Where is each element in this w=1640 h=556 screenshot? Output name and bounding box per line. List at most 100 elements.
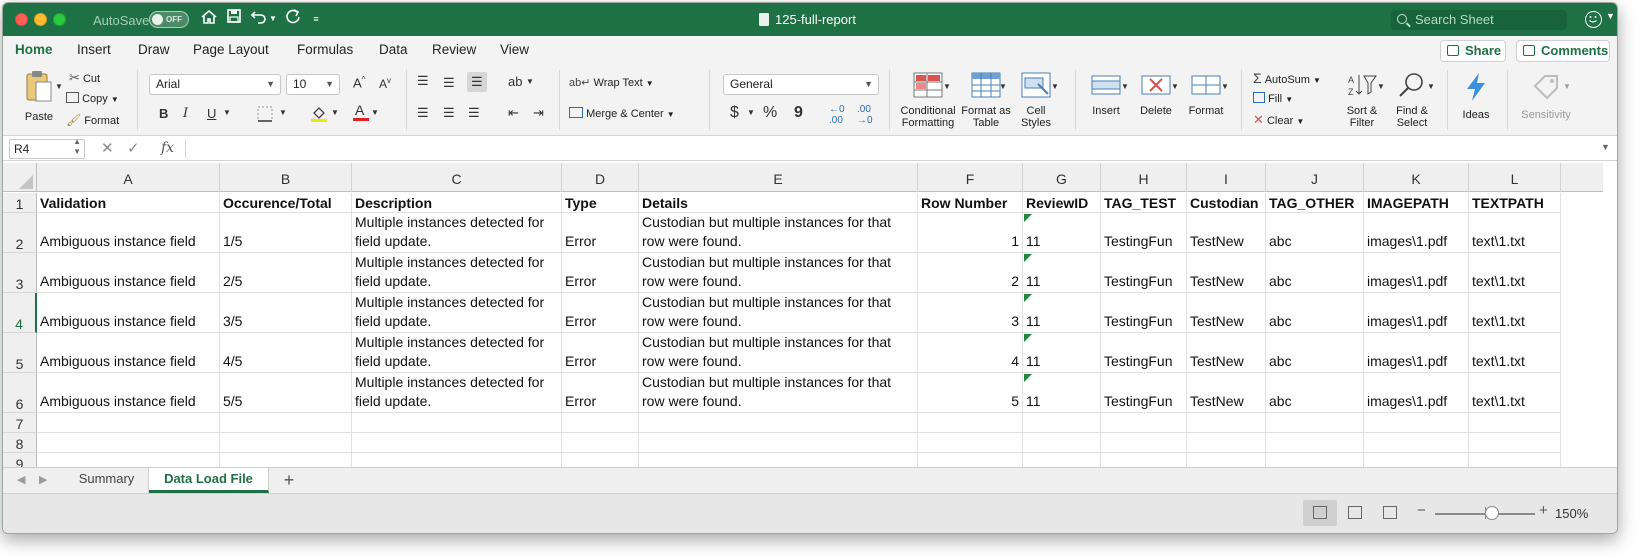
table-cell[interactable]: text\1.txt xyxy=(1469,253,1561,293)
table-cell[interactable]: 11 xyxy=(1023,373,1101,413)
align-bottom-icon[interactable]: ☰ xyxy=(467,72,487,92)
table-cell[interactable]: 11 xyxy=(1023,333,1101,373)
table-cell[interactable] xyxy=(562,433,639,453)
sheet-tab-summary[interactable]: Summary xyxy=(65,468,149,493)
table-cell[interactable]: TestNew xyxy=(1187,333,1266,373)
table-cell[interactable]: Custodian but multiple instances for tha… xyxy=(639,213,918,253)
sensitivity-button[interactable]: Sensitivity xyxy=(1513,72,1579,121)
decrease-indent-icon[interactable]: ⇤ xyxy=(508,105,519,121)
format-painter-button[interactable]: 🖌 Format xyxy=(66,113,119,128)
header-cell[interactable]: IMAGEPATH xyxy=(1364,193,1469,213)
table-cell[interactable]: TestNew xyxy=(1187,373,1266,413)
fill-color-dropdown-icon[interactable]: ▼ xyxy=(331,108,339,117)
header-cell[interactable]: TAG_TEST xyxy=(1101,193,1187,213)
column-header-b[interactable]: B xyxy=(220,163,352,192)
table-cell[interactable] xyxy=(220,413,352,433)
table-cell[interactable] xyxy=(1266,413,1364,433)
merge-center-button[interactable]: Merge & Center ▼ xyxy=(569,107,675,122)
paste-dropdown-icon[interactable]: ▼ xyxy=(55,82,63,91)
increase-indent-icon[interactable]: ⇥ xyxy=(533,105,544,121)
font-name-select[interactable]: Arial ▼ xyxy=(149,74,281,95)
table-cell[interactable]: images\1.pdf xyxy=(1364,333,1469,373)
column-header-f[interactable]: F xyxy=(918,163,1023,192)
copy-dropdown-icon[interactable]: ▼ xyxy=(111,95,119,104)
header-cell[interactable]: TAG_OTHER xyxy=(1266,193,1364,213)
table-cell[interactable]: 5/5 xyxy=(220,373,352,413)
table-cell[interactable] xyxy=(1023,433,1101,453)
table-cell[interactable]: Ambiguous instance field xyxy=(37,213,220,253)
table-cell[interactable]: TestingFun xyxy=(1101,253,1187,293)
column-header-l[interactable]: L xyxy=(1469,163,1561,192)
table-cell[interactable]: abc xyxy=(1266,293,1364,333)
page-layout-view-button[interactable] xyxy=(1338,500,1372,526)
percent-format-button[interactable]: % xyxy=(763,104,777,122)
borders-dropdown-icon[interactable]: ▼ xyxy=(279,108,287,117)
tab-insert[interactable]: Insert xyxy=(77,42,111,57)
table-cell[interactable]: images\1.pdf xyxy=(1364,213,1469,253)
table-cell[interactable]: Error xyxy=(562,293,639,333)
format-cells-button[interactable]: Format xyxy=(1183,72,1229,117)
table-cell[interactable]: Multiple instances detected for field up… xyxy=(352,253,562,293)
home-icon[interactable] xyxy=(198,8,220,30)
header-cell[interactable]: Validation xyxy=(37,193,220,213)
table-cell[interactable]: 11 xyxy=(1023,293,1101,333)
comma-style-button[interactable]: 9 xyxy=(794,104,803,122)
font-color-icon[interactable]: A xyxy=(353,102,369,125)
table-cell[interactable]: 5 xyxy=(918,373,1023,413)
table-cell[interactable]: Error xyxy=(562,333,639,373)
zoom-slider-handle[interactable] xyxy=(1485,506,1499,520)
fill-button[interactable]: Fill ▼ xyxy=(1253,92,1293,107)
table-cell[interactable]: Multiple instances detected for field up… xyxy=(352,293,562,333)
align-center-icon[interactable]: ☰ xyxy=(443,105,455,121)
table-cell[interactable]: Ambiguous instance field xyxy=(37,293,220,333)
table-cell[interactable]: text\1.txt xyxy=(1469,373,1561,413)
orientation-dropdown-icon[interactable]: ▼ xyxy=(526,77,534,86)
italic-button[interactable]: I xyxy=(183,106,188,121)
find-select-dropdown-icon[interactable]: ▼ xyxy=(1427,82,1435,91)
header-cell[interactable]: Details xyxy=(639,193,918,213)
header-cell[interactable]: Type xyxy=(562,193,639,213)
tab-formulas[interactable]: Formulas xyxy=(297,42,353,57)
font-size-select[interactable]: 10 ▼ xyxy=(286,74,340,95)
table-cell[interactable]: 4 xyxy=(918,333,1023,373)
confirm-edit-icon[interactable]: ✓ xyxy=(127,139,140,157)
add-sheet-button[interactable]: + xyxy=(275,469,303,492)
table-cell[interactable]: text\1.txt xyxy=(1469,333,1561,373)
table-cell[interactable] xyxy=(1469,433,1561,453)
delete-cells-button[interactable]: Delete xyxy=(1133,72,1179,117)
sort-filter-dropdown-icon[interactable]: ▼ xyxy=(1377,82,1385,91)
autosum-button[interactable]: Σ AutoSum ▼ xyxy=(1253,71,1321,88)
table-cell[interactable]: abc xyxy=(1266,213,1364,253)
wrap-text-button[interactable]: ab↵ Wrap Text ▼ xyxy=(569,76,654,91)
insert-function-button[interactable]: fx xyxy=(161,140,174,156)
column-header-h[interactable]: H xyxy=(1101,163,1187,192)
column-header-a[interactable]: A xyxy=(37,163,220,192)
close-window-button[interactable] xyxy=(15,13,28,26)
table-cell[interactable]: Custodian but multiple instances for tha… xyxy=(639,373,918,413)
table-cell[interactable]: abc xyxy=(1266,373,1364,413)
conditional-formatting-dropdown-icon[interactable]: ▼ xyxy=(943,82,951,91)
clear-button[interactable]: ✕ Clear ▼ xyxy=(1253,113,1304,129)
cell-styles-dropdown-icon[interactable]: ▼ xyxy=(1051,82,1059,91)
row-header-6[interactable]: 6 xyxy=(3,373,37,413)
format-as-table-button[interactable]: Format as Table xyxy=(961,72,1011,129)
table-cell[interactable] xyxy=(37,433,220,453)
insert-dropdown-icon[interactable]: ▼ xyxy=(1121,82,1129,91)
orientation-icon[interactable]: ab xyxy=(508,74,522,89)
table-cell[interactable]: Multiple instances detected for field up… xyxy=(352,373,562,413)
table-cell[interactable]: Custodian but multiple instances for tha… xyxy=(639,253,918,293)
table-cell[interactable]: images\1.pdf xyxy=(1364,293,1469,333)
table-cell[interactable] xyxy=(37,413,220,433)
sort-filter-button[interactable]: AZ Sort & Filter xyxy=(1339,72,1385,129)
scroll-tabs-left-icon[interactable]: ◀ xyxy=(17,473,25,486)
sheet-tab-data-load-file[interactable]: Data Load File xyxy=(149,468,269,493)
header-cell[interactable]: TEXTPATH xyxy=(1469,193,1561,213)
row-header-3[interactable]: 3 xyxy=(3,253,37,293)
table-cell[interactable] xyxy=(1023,413,1101,433)
row-header-8[interactable]: 8 xyxy=(3,433,37,453)
feedback-smiley-icon[interactable] xyxy=(1585,11,1602,28)
align-right-icon[interactable]: ☰ xyxy=(468,105,480,121)
format-dropdown-icon[interactable]: ▼ xyxy=(1221,82,1229,91)
autosave-toggle[interactable]: OFF xyxy=(149,11,189,28)
table-cell[interactable] xyxy=(352,433,562,453)
